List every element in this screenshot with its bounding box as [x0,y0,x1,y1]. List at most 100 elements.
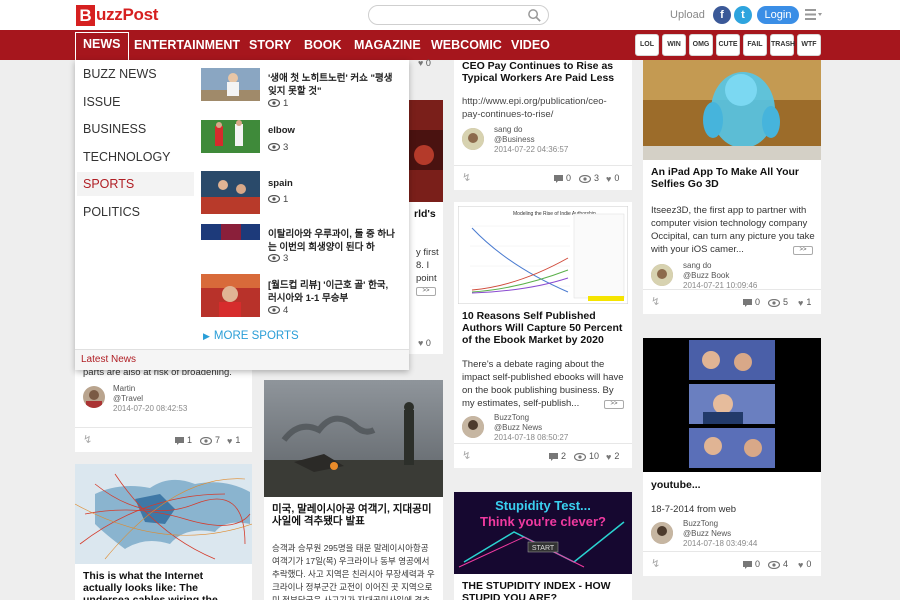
article-views: 1 [268,194,288,205]
nav-video[interactable]: VIDEO [511,30,550,60]
avatar[interactable] [83,386,105,408]
category-technology[interactable]: TECHNOLOGY [83,145,195,169]
share-icon[interactable]: ↯ [651,295,660,308]
article-title[interactable]: elbow [268,124,398,137]
post-card[interactable]: This is what the Internet actually looks… [75,464,252,600]
like-count[interactable]: ♥ 0 [606,173,619,184]
card-footer: ↯ 0 5 ♥ 1 [643,289,821,314]
category-issue[interactable]: ISSUE [83,90,195,114]
login-button[interactable]: Login [757,6,799,24]
badge-wtf[interactable]: WTF [797,34,821,56]
article-title[interactable]: [월드컵 리뷰] '이근호 골' 한국, 러시아와 1-1 무승부 [268,279,398,305]
eye-icon [200,436,212,445]
article-thumbnail[interactable] [201,120,260,153]
post-title[interactable]: CEO Pay Continues to Rise as Typical Wor… [462,60,627,84]
share-icon[interactable]: ↯ [462,449,471,462]
badge-fail[interactable]: FAIL [743,34,767,56]
logo-text: uzzPost [96,5,159,24]
post-title[interactable]: THE STUPIDITY INDEX - HOW STUPID YOU ARE… [462,580,627,600]
post-card[interactable]: youtube... 18-7-2014 from web BuzzTong @B… [643,338,821,576]
search-box[interactable] [368,5,549,25]
like-count[interactable]: ♥ 0 [418,338,431,348]
post-image[interactable]: Modeling the Rise of Indie Authorship [458,206,628,304]
post-author: sang do @Buzz Book 2014-07-21 10:09:46 [683,261,758,290]
badge-cute[interactable]: CUTE [716,34,740,56]
nav-news[interactable]: NEWS [75,32,129,62]
latest-news-header[interactable]: Latest News [75,349,409,370]
post-image[interactable] [264,380,443,497]
post-title[interactable]: youtube... [651,479,701,491]
comment-count[interactable]: 1 [175,435,192,445]
like-count[interactable]: ♥ 2 [606,451,619,462]
post-card[interactable]: parts are also at risk of broadening. Ma… [75,360,252,452]
badge-omg[interactable]: OMG [689,34,713,56]
nav-magazine[interactable]: MAGAZINE [354,30,421,60]
article-title[interactable]: '생애 첫 노히트노런' 커쇼 "평생 잊지 못할 것" [268,72,398,98]
nav-book[interactable]: BOOK [304,30,342,60]
avatar[interactable] [462,416,484,438]
post-title[interactable]: 미국, 말레이시아공 여객기, 지대공미사일에 격추됐다 발표 [272,503,437,527]
share-icon[interactable]: ↯ [83,433,92,446]
eye-icon [268,99,280,108]
article-thumbnail[interactable] [201,224,260,240]
search-icon[interactable] [527,8,542,23]
badge-win[interactable]: WIN [662,34,686,56]
upload-link[interactable]: Upload [670,9,705,21]
share-icon[interactable]: ↯ [462,171,471,184]
triangle-right-icon: ▶ [203,331,210,341]
comment-count[interactable]: 0 [743,297,760,307]
share-icon[interactable]: ↯ [651,557,660,570]
post-image[interactable] [643,60,821,160]
post-card[interactable]: Stupidity Test... Think you're clever? S… [454,492,632,600]
article-thumbnail[interactable] [201,68,260,101]
avatar[interactable] [651,522,673,544]
post-title[interactable]: An iPad App To Make All Your Selfies Go … [651,166,816,190]
article-thumbnail[interactable] [201,171,260,214]
post-url[interactable]: http://www.epi.org/publication/ceo-pay-c… [462,95,622,121]
comment-count[interactable]: 0 [554,173,571,183]
article-thumbnail[interactable] [201,274,260,317]
avatar[interactable] [651,264,673,286]
comment-count[interactable]: 2 [549,451,566,461]
twitter-icon[interactable]: t [734,6,752,24]
article-title[interactable]: 이탈리아와 우루과이, 둘 중 하나는 이번의 희생양이 된다 하 [268,228,398,254]
category-sports[interactable]: SPORTS [77,172,194,196]
nav-webcomic[interactable]: WEBCOMIC [431,30,502,60]
card-footer: ↯ 1 7 ♥ 1 [75,427,252,452]
nav-entertainment[interactable]: ENTERTAINMENT [134,30,240,60]
post-title[interactable]: 10 Reasons Self Published Authors Will C… [462,310,628,346]
badge-trash[interactable]: TRASH [770,34,795,56]
post-image[interactable] [643,338,821,472]
post-image[interactable]: Stupidity Test... Think you're clever? S… [454,492,632,574]
post-image[interactable] [406,100,443,202]
logo[interactable]: B uzzPost [76,4,158,26]
more-sports-link[interactable]: ▶ MORE SPORTS [203,330,299,342]
nav-story[interactable]: STORY [249,30,291,60]
like-count[interactable]: ♥ 0 [418,58,431,68]
more-button[interactable]: >> [793,246,813,255]
avatar[interactable] [462,128,484,150]
comment-count[interactable]: 0 [743,559,760,569]
view-count: 5 [768,297,788,307]
category-business[interactable]: BUSINESS [83,117,195,141]
search-input[interactable] [379,6,529,24]
facebook-icon[interactable]: f [713,6,731,24]
view-count: 4 [768,559,788,569]
menu-icon[interactable] [805,9,822,20]
like-count[interactable]: ♥ 0 [798,559,811,570]
badge-lol[interactable]: LOL [635,34,659,56]
like-count[interactable]: ♥ 1 [798,297,811,308]
category-politics[interactable]: POLITICS [83,200,195,224]
post-image[interactable] [75,464,252,564]
post-card[interactable]: Modeling the Rise of Indie Authorship 10… [454,202,632,468]
article-title[interactable]: spain [268,177,398,190]
post-title[interactable]: This is what the Internet actually looks… [83,570,245,600]
category-buzz-news[interactable]: BUZZ NEWS [83,62,195,86]
more-button[interactable]: >> [416,287,436,296]
like-count[interactable]: ♥ 1 [227,435,240,446]
post-card[interactable]: 미국, 말레이시아공 여객기, 지대공미사일에 격추됐다 발표 승객과 승무원 … [264,380,443,600]
post-card[interactable]: An iPad App To Make All Your Selfies Go … [643,60,821,314]
more-button[interactable]: >> [604,400,624,409]
post-text-fragment: y first [416,247,439,258]
post-card[interactable]: CEO Pay Continues to Rise as Typical Wor… [454,60,632,190]
